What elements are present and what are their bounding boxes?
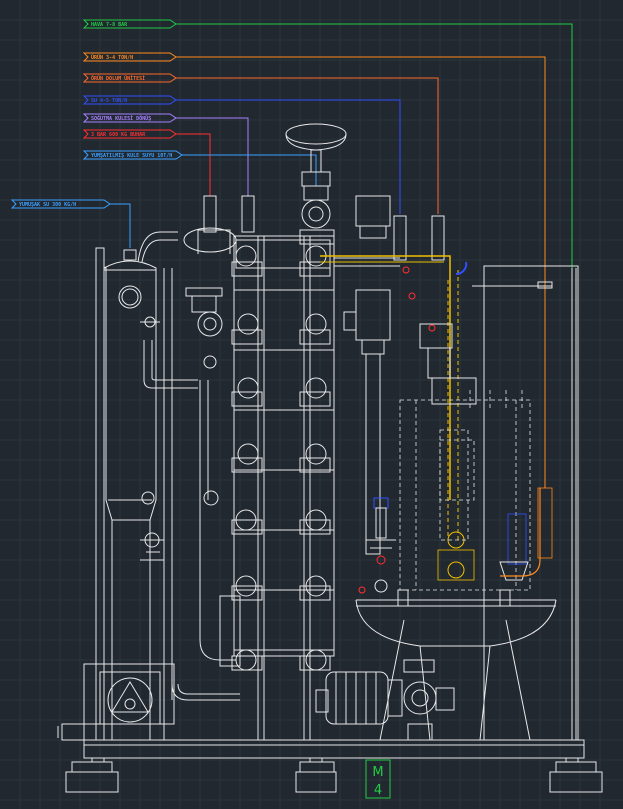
callout-buhar-text: 3 BAR 600 KG BUHAR	[91, 132, 146, 138]
motor-label-number: 4	[374, 783, 382, 798]
pump-left	[83, 663, 175, 725]
filling-unit	[399, 265, 579, 741]
red-markers	[358, 266, 436, 594]
callout-hava-text: HAVA 7-8 BAR	[91, 22, 128, 28]
callout-yumusak-su-text: YUMUŞAK SU 300 KG/H	[19, 202, 76, 208]
mixing-tank	[355, 589, 557, 741]
motor-label-letter: M	[372, 765, 383, 780]
process-diagram: HAVA 7-8 BAR ÜRÜN 3-4 TON/H ÖRÜN DOLUM Ü…	[0, 0, 623, 809]
callout-sogutma-text: SOĞUTMA KULESİ DÖNÜŞ	[91, 115, 151, 122]
callout-yumusak-su: YUMUŞAK SU 300 KG/H	[10, 199, 131, 248]
callout-su-text: SU 4-5 TON/H	[91, 98, 127, 104]
callout-dolum-text: ÖRÜN DOLUM ÜNİTESİ	[91, 75, 145, 82]
callout-urun-text: ÜRÜN 3-4 TON/H	[91, 54, 133, 61]
process-line-yellow	[320, 255, 468, 579]
callout-kule-suyu-text: YUMŞATILMIŞ KULE SUYU 10T/H	[91, 153, 172, 159]
blue-valve	[366, 497, 396, 593]
heat-exchanger-stack	[219, 235, 335, 740]
callout-dolum: ÖRÜN DOLUM ÜNİTESİ	[82, 73, 439, 214]
motor-label: M 4	[365, 759, 391, 799]
